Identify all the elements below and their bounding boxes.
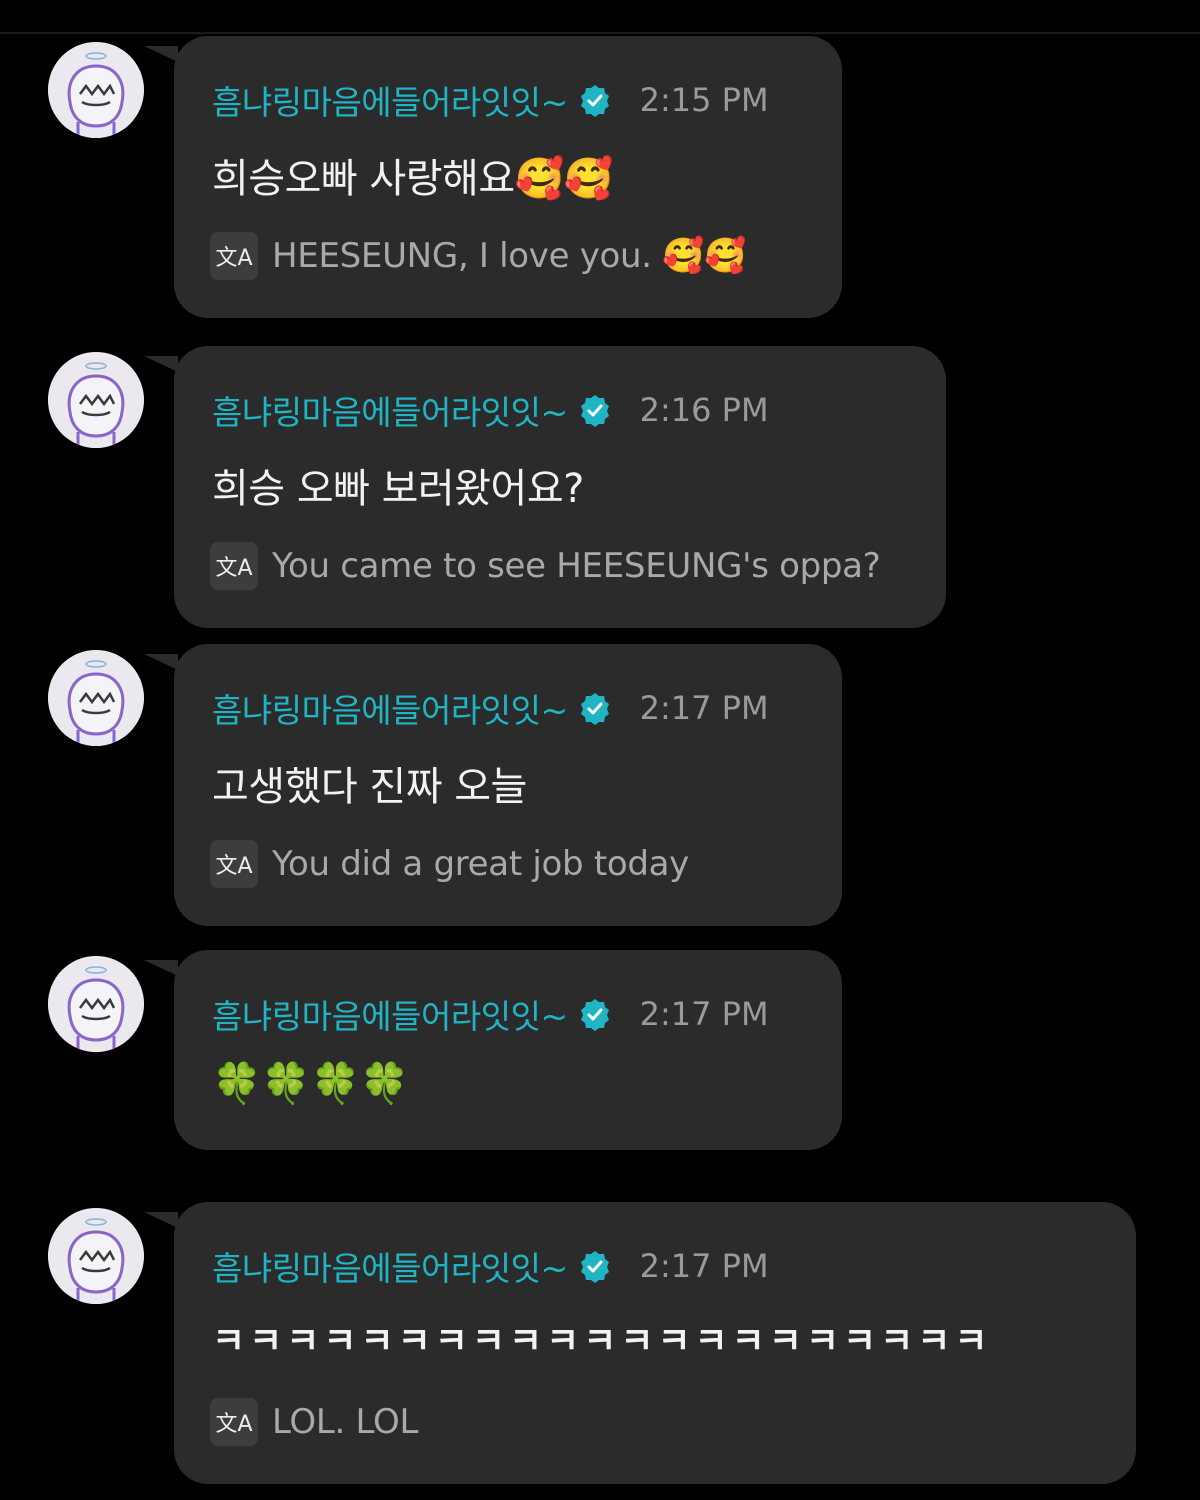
translate-icon[interactable]: 文A [210,840,258,888]
top-divider [0,32,1200,34]
message-bubble[interactable]: 흠냐링마음에들어라잇잇~ 2:17 PM ㅋㅋㅋㅋㅋㅋㅋㅋㅋㅋㅋㅋㅋㅋㅋㅋㅋㅋㅋ… [144,1202,1136,1484]
message-header: 흠냐링마음에들어라잇잇~ 2:16 PM [212,388,769,432]
message-header: 흠냐링마음에들어라잇잇~ 2:17 PM [212,686,769,730]
message-text: 희승오빠 사랑해요🥰🥰 [212,156,614,202]
message-text: 희승 오빠 보러왔어요? [212,466,584,512]
avatar-drawing-icon [48,352,144,448]
timestamp: 2:17 PM [639,995,769,1033]
bubble-tail-icon [144,46,178,62]
message-bubble[interactable]: 흠냐링마음에들어라잇잇~ 2:17 PM 고생했다 진짜 오늘 文A You d… [144,644,842,926]
verified-badge-icon [580,395,609,427]
bubble-tail-icon [144,1212,178,1228]
verified-badge-icon [580,85,609,117]
avatar[interactable] [48,650,144,746]
timestamp: 2:15 PM [639,81,769,119]
avatar[interactable] [48,352,144,448]
username[interactable]: 흠냐링마음에들어라잇잇~ [212,684,568,732]
avatar-drawing-icon [48,956,144,1052]
translation-text: You did a great job today [272,844,689,884]
message-bubble[interactable]: 흠냐링마음에들어라잇잇~ 2:17 PM 🍀🍀🍀🍀 [144,950,842,1150]
translation-row: 文A LOL. LOL [210,1398,418,1446]
translate-icon[interactable]: 文A [210,232,258,280]
message-text: 고생했다 진짜 오늘 [212,764,527,810]
message-bubble[interactable]: 흠냐링마음에들어라잇잇~ 2:16 PM 희승 오빠 보러왔어요? 文A You… [144,346,946,628]
translate-icon[interactable]: 文A [210,1398,258,1446]
avatar[interactable] [48,42,144,138]
verified-badge-icon [580,693,609,725]
bubble-tail-icon [144,654,178,670]
timestamp: 2:16 PM [639,391,769,429]
message-bubble[interactable]: 흠냐링마음에들어라잇잇~ 2:15 PM 희승오빠 사랑해요🥰🥰 文A HEES… [144,36,842,318]
username[interactable]: 흠냐링마음에들어라잇잇~ [212,386,568,434]
verified-badge-icon [580,999,609,1031]
timestamp: 2:17 PM [639,689,769,727]
avatar-drawing-icon [48,650,144,746]
translation-text: HEESEUNG, I love you. 🥰🥰 [272,236,747,276]
message-text: 🍀🍀🍀🍀 [212,1061,410,1107]
message-header: 흠냐링마음에들어라잇잇~ 2:17 PM [212,992,769,1036]
username[interactable]: 흠냐링마음에들어라잇잇~ [212,990,568,1038]
message-header: 흠냐링마음에들어라잇잇~ 2:15 PM [212,78,769,122]
avatar[interactable] [48,956,144,1052]
translation-row: 文A You came to see HEESEUNG's oppa? [210,542,881,590]
translate-icon[interactable]: 文A [210,542,258,590]
avatar[interactable] [48,1208,144,1304]
bubble-tail-icon [144,356,178,372]
avatar-drawing-icon [48,1208,144,1304]
message-text: ㅋㅋㅋㅋㅋㅋㅋㅋㅋㅋㅋㅋㅋㅋㅋㅋㅋㅋㅋㅋㅋ [212,1321,992,1362]
translation-row: 文A HEESEUNG, I love you. 🥰🥰 [210,232,747,280]
translation-text: LOL. LOL [272,1402,419,1442]
username[interactable]: 흠냐링마음에들어라잇잇~ [212,76,568,124]
timestamp: 2:17 PM [639,1247,769,1285]
verified-badge-icon [580,1251,609,1283]
avatar-drawing-icon [48,42,144,138]
bubble-tail-icon [144,960,178,976]
translation-row: 文A You did a great job today [210,840,689,888]
translation-text: You came to see HEESEUNG's oppa? [272,546,881,586]
message-header: 흠냐링마음에들어라잇잇~ 2:17 PM [212,1244,769,1288]
username[interactable]: 흠냐링마음에들어라잇잇~ [212,1242,568,1290]
